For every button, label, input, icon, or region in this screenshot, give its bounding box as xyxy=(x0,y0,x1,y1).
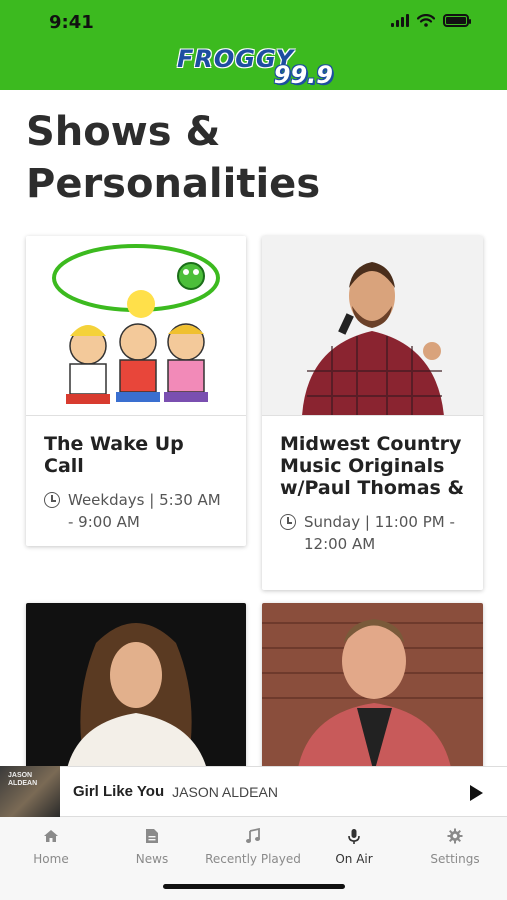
show-card-wake-up-call[interactable]: The Wake Up Call Weekdays | 5:30 AM - 9:… xyxy=(26,236,246,546)
play-icon[interactable] xyxy=(470,785,483,801)
battery-icon xyxy=(443,14,471,27)
show-image xyxy=(262,236,483,416)
wake-up-call-artwork xyxy=(52,244,220,404)
tab-recently-played[interactable]: Recently Played xyxy=(203,827,303,866)
host-photo xyxy=(26,603,246,773)
show-image xyxy=(26,236,246,416)
home-icon xyxy=(1,827,101,845)
show-card-male-host[interactable] xyxy=(262,603,483,773)
show-schedule: Sunday | 11:00 PM - 12:00 AM xyxy=(280,511,465,555)
home-indicator[interactable] xyxy=(163,884,345,889)
show-title: The Wake Up Call xyxy=(44,433,184,477)
page-title: Shows & Personalities xyxy=(26,109,321,207)
tab-news[interactable]: News xyxy=(102,827,202,866)
gear-icon xyxy=(405,827,505,845)
news-icon xyxy=(102,827,202,845)
app-header: 9:41 FROGGY 99.9 xyxy=(0,0,507,90)
artist-name: JASON ALDEAN xyxy=(172,783,278,800)
show-card-female-host[interactable] xyxy=(26,603,246,773)
logo-frequency: 99.9 xyxy=(273,61,333,89)
status-icons xyxy=(391,14,471,27)
tab-label: Settings xyxy=(430,852,480,866)
tab-label: Recently Played xyxy=(205,852,301,866)
status-time: 9:41 xyxy=(49,12,94,33)
album-art: JASON ALDEAN xyxy=(0,766,60,817)
tab-label: On Air xyxy=(335,852,373,866)
clock-icon xyxy=(44,492,60,508)
host-photo xyxy=(262,236,483,415)
show-schedule: Weekdays | 5:30 AM - 9:00 AM xyxy=(44,489,228,533)
now-playing-bar[interactable]: JASON ALDEAN Girl Like You JASON ALDEAN xyxy=(0,766,507,817)
cellular-signal-icon xyxy=(391,14,409,27)
tab-settings[interactable]: Settings xyxy=(405,827,505,866)
show-time: Sunday | 11:00 PM - 12:00 AM xyxy=(304,513,455,553)
show-time: Weekdays | 5:30 AM - 9:00 AM xyxy=(68,491,221,531)
show-title: Midwest Country Music Originals w/Paul T… xyxy=(280,433,465,499)
station-logo[interactable]: FROGGY 99.9 xyxy=(177,45,333,89)
tab-label: News xyxy=(135,852,169,866)
tab-on-air[interactable]: On Air xyxy=(304,827,404,866)
tab-bar: Home News Recently Played On Air Setting… xyxy=(0,817,507,900)
show-card-midwest-country[interactable]: Midwest Country Music Originals w/Paul T… xyxy=(262,236,483,590)
microphone-icon xyxy=(304,827,404,845)
tab-home[interactable]: Home xyxy=(1,827,101,866)
wifi-icon xyxy=(417,14,435,27)
host-photo xyxy=(262,603,483,773)
music-note-icon xyxy=(203,827,303,845)
album-art-text: JASON ALDEAN xyxy=(8,772,38,787)
clock-icon xyxy=(280,514,296,530)
song-title: Girl Like You xyxy=(73,783,165,800)
tab-label: Home xyxy=(33,852,69,866)
